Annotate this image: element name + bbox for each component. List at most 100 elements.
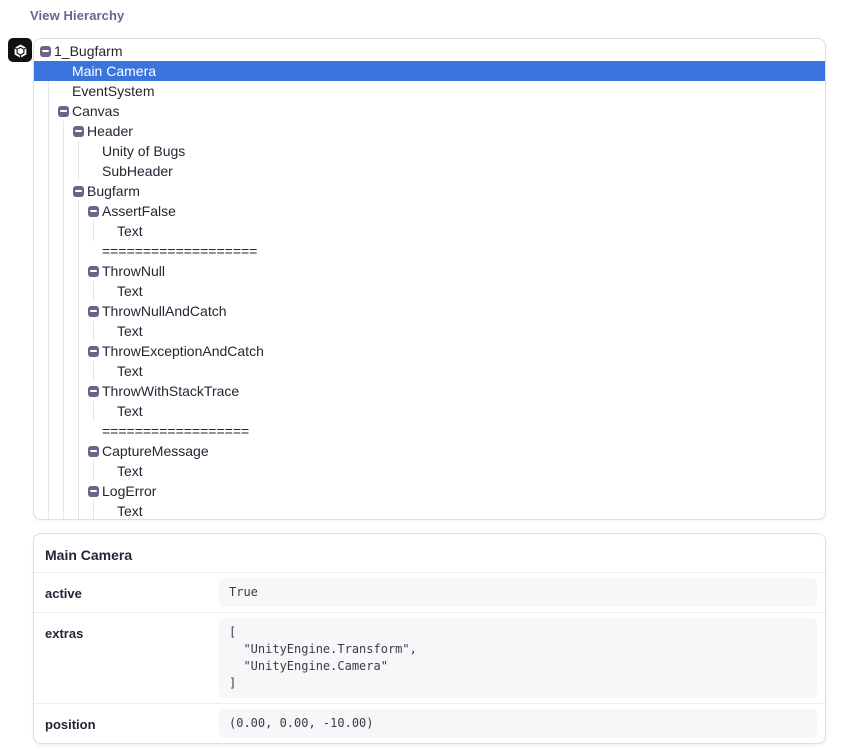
indent-spacer <box>58 71 72 72</box>
indent-spacer <box>103 291 117 292</box>
collapse-icon[interactable] <box>88 386 99 397</box>
detail-key: position <box>42 709 219 738</box>
tree-node-1-bugfarm[interactable]: 1_Bugfarm <box>34 41 825 61</box>
unity-platform-icon <box>8 38 32 62</box>
tree-node-separator[interactable]: ================== <box>79 421 825 441</box>
tree-node-label: Main Camera <box>72 61 156 81</box>
tree-node-label: Text <box>117 281 143 301</box>
collapse-icon[interactable] <box>40 46 51 57</box>
detail-key: extras <box>42 618 219 698</box>
tree-node-label: ================== <box>102 421 249 441</box>
tree-node-label: Text <box>117 361 143 381</box>
tree-node-label: CaptureMessage <box>102 441 209 461</box>
indent-spacer <box>103 471 117 472</box>
tree-node-logerror[interactable]: LogError <box>79 481 825 501</box>
indent-spacer <box>58 91 72 92</box>
tree-node-label: ThrowExceptionAndCatch <box>102 341 264 361</box>
indent-spacer <box>103 331 117 332</box>
node-detail-panel: Main Camera activeTrueextras[ "UnityEngi… <box>33 533 826 744</box>
collapse-icon[interactable] <box>88 306 99 317</box>
detail-row-extras: extras[ "UnityEngine.Transform", "UnityE… <box>34 613 825 704</box>
tree-children-group: Text <box>93 281 825 301</box>
indent-spacer <box>103 411 117 412</box>
collapse-icon[interactable] <box>73 126 84 137</box>
tree-children-group: Main CameraEventSystemCanvasHeaderUnity … <box>48 61 825 520</box>
tree-node-capturemessage[interactable]: CaptureMessage <box>79 441 825 461</box>
tree-node-thrownullandcatch[interactable]: ThrowNullAndCatch <box>79 301 825 321</box>
tree-node-text[interactable]: Text <box>94 321 825 341</box>
detail-row-active: activeTrue <box>34 573 825 613</box>
indent-spacer <box>103 231 117 232</box>
tree-node-header[interactable]: Header <box>64 121 825 141</box>
tree-children-group: AssertFalseText===================ThrowN… <box>78 201 825 520</box>
detail-value: True <box>219 578 817 607</box>
tree-node-label: Unity of Bugs <box>102 141 185 161</box>
tree-node-label: Text <box>117 321 143 341</box>
hierarchy-tree: 1_BugfarmMain CameraEventSystemCanvasHea… <box>34 41 825 520</box>
tree-node-canvas[interactable]: Canvas <box>49 101 825 121</box>
view-hierarchy-section-title[interactable]: View Hierarchy <box>30 8 124 23</box>
tree-node-throwexceptionandcatch[interactable]: ThrowExceptionAndCatch <box>79 341 825 361</box>
view-hierarchy-panel[interactable]: 1_BugfarmMain CameraEventSystemCanvasHea… <box>33 38 826 520</box>
collapse-icon[interactable] <box>88 346 99 357</box>
indent-spacer <box>103 511 117 512</box>
tree-children-group: Text <box>93 321 825 341</box>
tree-node-assertfalse[interactable]: AssertFalse <box>79 201 825 221</box>
detail-value: (0.00, 0.00, -10.00) <box>219 709 817 738</box>
tree-node-label: AssertFalse <box>102 201 176 221</box>
tree-node-label: 1_Bugfarm <box>54 41 122 61</box>
tree-node-eventsystem[interactable]: EventSystem <box>49 81 825 101</box>
unity-logo-icon <box>12 42 29 59</box>
indent-spacer <box>103 371 117 372</box>
collapse-icon[interactable] <box>88 206 99 217</box>
tree-node-thrownull[interactable]: ThrowNull <box>79 261 825 281</box>
tree-node-text[interactable]: Text <box>94 461 825 481</box>
tree-node-label: Text <box>117 221 143 241</box>
indent-spacer <box>88 431 102 432</box>
tree-node-label: Text <box>117 461 143 481</box>
collapse-icon[interactable] <box>88 266 99 277</box>
tree-node-main-camera[interactable]: Main Camera <box>49 61 825 81</box>
tree-node-text[interactable]: Text <box>94 501 825 520</box>
tree-children-group: Text <box>93 401 825 421</box>
collapse-icon[interactable] <box>73 186 84 197</box>
detail-value: [ "UnityEngine.Transform", "UnityEngine.… <box>219 618 817 698</box>
tree-children-group: Unity of BugsSubHeader <box>78 141 825 181</box>
tree-node-text[interactable]: Text <box>94 221 825 241</box>
tree-node-unity-of-bugs[interactable]: Unity of Bugs <box>79 141 825 161</box>
collapse-icon[interactable] <box>88 446 99 457</box>
tree-node-label: EventSystem <box>72 81 154 101</box>
tree-node-label: ThrowNullAndCatch <box>102 301 227 321</box>
tree-node-bugfarm[interactable]: Bugfarm <box>64 181 825 201</box>
tree-children-group: Text <box>93 461 825 481</box>
tree-node-label: Bugfarm <box>87 181 140 201</box>
tree-node-text[interactable]: Text <box>94 281 825 301</box>
tree-node-label: SubHeader <box>102 161 173 181</box>
tree-node-label: Text <box>117 501 143 520</box>
tree-node-throwwithstacktrace[interactable]: ThrowWithStackTrace <box>79 381 825 401</box>
detail-rows: activeTrueextras[ "UnityEngine.Transform… <box>34 573 825 743</box>
tree-node-label: ThrowWithStackTrace <box>102 381 239 401</box>
tree-node-subheader[interactable]: SubHeader <box>79 161 825 181</box>
detail-panel-title: Main Camera <box>34 534 825 573</box>
tree-children-group: HeaderUnity of BugsSubHeaderBugfarmAsser… <box>63 121 825 520</box>
tree-node-text[interactable]: Text <box>94 361 825 381</box>
tree-children-group: Text <box>93 501 825 520</box>
indent-spacer <box>88 151 102 152</box>
tree-children-group: Text <box>93 221 825 241</box>
tree-node-label: Text <box>117 401 143 421</box>
detail-row-position: position(0.00, 0.00, -10.00) <box>34 704 825 743</box>
collapse-icon[interactable] <box>58 106 69 117</box>
indent-spacer <box>88 171 102 172</box>
indent-spacer <box>88 251 102 252</box>
tree-node-label: ThrowNull <box>102 261 165 281</box>
tree-node-separator[interactable]: =================== <box>79 241 825 261</box>
tree-node-label: LogError <box>102 481 156 501</box>
tree-children-group: Text <box>93 361 825 381</box>
tree-node-label: Header <box>87 121 133 141</box>
detail-key: active <box>42 578 219 607</box>
tree-node-label: =================== <box>102 241 257 261</box>
tree-node-text[interactable]: Text <box>94 401 825 421</box>
collapse-icon[interactable] <box>88 486 99 497</box>
tree-node-label: Canvas <box>72 101 119 121</box>
